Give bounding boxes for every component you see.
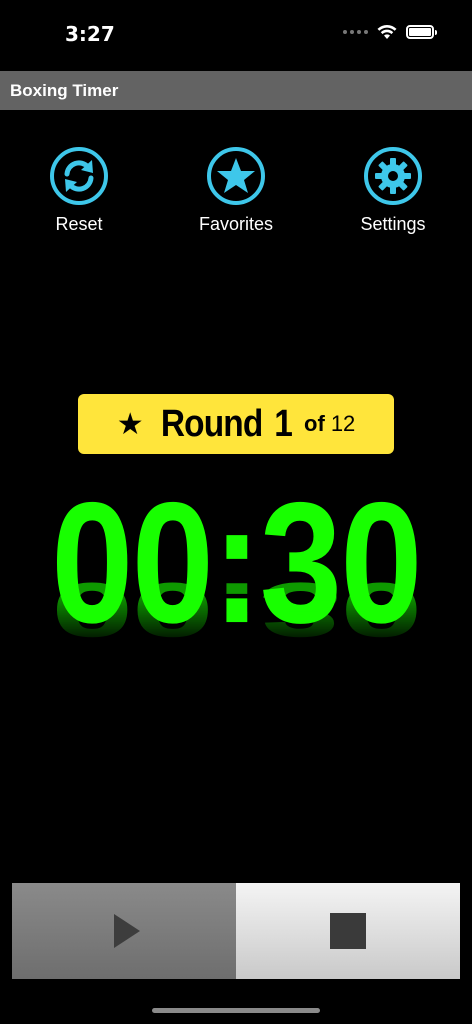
settings-label: Settings — [360, 214, 426, 234]
toolbar: Reset Favorites Settings — [0, 146, 472, 246]
round-current: 1 — [274, 402, 293, 445]
battery-icon — [406, 25, 437, 39]
timer-reflection: 00:30 — [51, 566, 421, 653]
round-star-icon: ★ — [116, 406, 144, 442]
playback-controls — [12, 883, 460, 979]
status-icons — [343, 24, 437, 40]
gear-icon — [364, 147, 422, 205]
play-icon — [114, 914, 140, 948]
timer-display: 00:30 00:30 — [0, 477, 472, 738]
round-of-label: of — [304, 411, 325, 436]
round-badge: ★ Round 1 of 12 — [78, 394, 394, 454]
app-title: Boxing Timer — [10, 80, 119, 100]
reset-button[interactable]: Reset — [19, 146, 139, 235]
refresh-icon — [50, 147, 108, 205]
status-bar: 3:27 — [0, 0, 472, 70]
favorites-label: Favorites — [198, 214, 274, 234]
play-button[interactable] — [12, 883, 236, 979]
star-icon — [207, 147, 265, 205]
round-total: 12 — [330, 411, 356, 436]
reset-label: Reset — [55, 214, 103, 234]
round-label: Round — [160, 402, 263, 445]
settings-button[interactable]: Settings — [333, 146, 453, 235]
title-bar: Boxing Timer — [0, 71, 472, 110]
home-indicator — [152, 1008, 320, 1013]
wifi-icon — [377, 24, 397, 39]
status-time: 3:27 — [65, 22, 115, 46]
cellular-signal-icon — [343, 30, 368, 34]
stop-button[interactable] — [236, 883, 460, 979]
favorites-button[interactable]: Favorites — [176, 146, 296, 235]
stop-icon — [330, 913, 366, 949]
